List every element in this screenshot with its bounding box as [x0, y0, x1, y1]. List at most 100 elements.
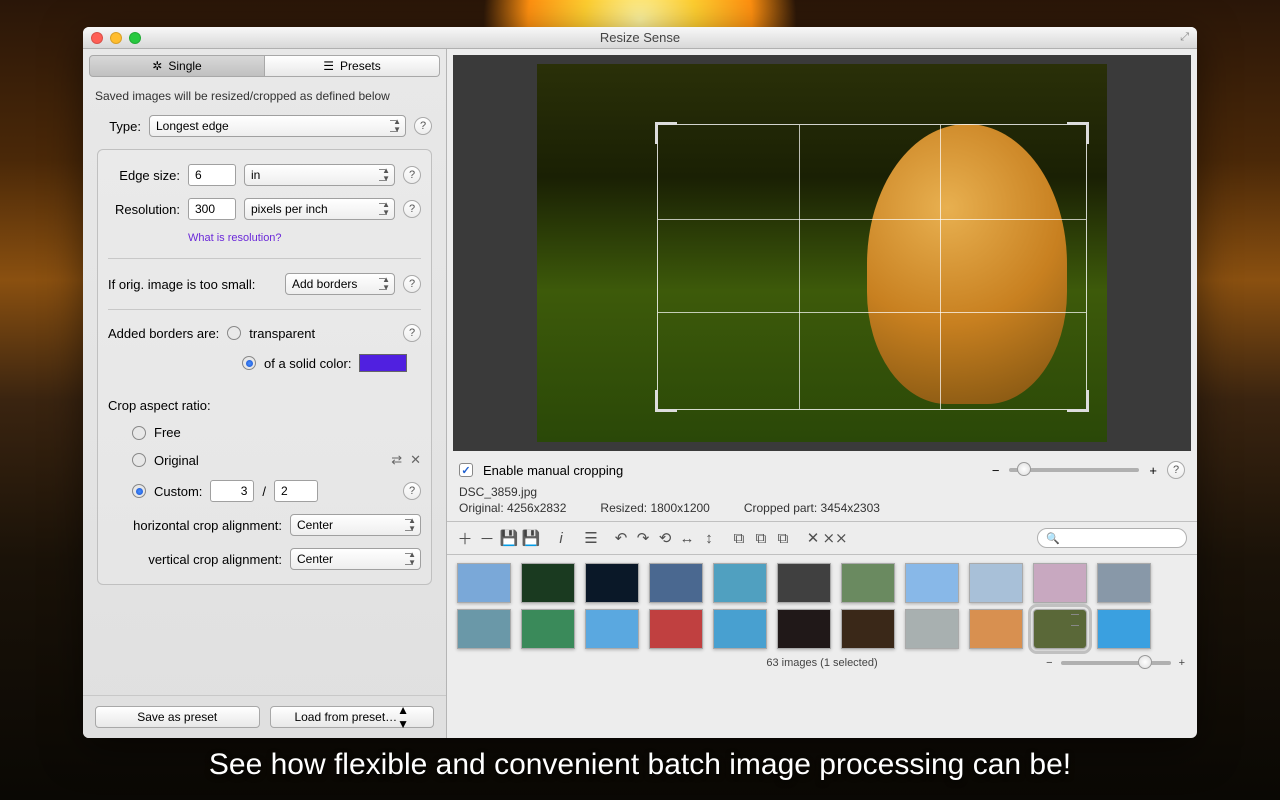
- save-all-icon[interactable]: 💾: [523, 529, 539, 547]
- resolution-field[interactable]: 300: [188, 198, 236, 220]
- flip-h-icon[interactable]: ↔: [679, 529, 695, 547]
- too-small-select[interactable]: Add borders▲▼: [285, 273, 395, 295]
- type-select[interactable]: Longest edge▲▼: [149, 115, 406, 137]
- help-type[interactable]: ?: [414, 117, 432, 135]
- thumbnail[interactable]: [905, 563, 959, 603]
- thumbnail[interactable]: [585, 563, 639, 603]
- valign-select[interactable]: Center▲▼: [290, 548, 421, 570]
- radio-solid-color[interactable]: [242, 356, 256, 370]
- crop-ratio-label: Crop aspect ratio:: [108, 398, 211, 413]
- thumbnail[interactable]: [1033, 609, 1087, 649]
- help-ratio[interactable]: ?: [403, 482, 421, 500]
- thumbnail[interactable]: [841, 563, 895, 603]
- rotate-right-icon[interactable]: ↷: [635, 529, 651, 547]
- ratio-h-field[interactable]: 2: [274, 480, 318, 502]
- thumbnail[interactable]: [777, 563, 831, 603]
- thumbnail[interactable]: [713, 609, 767, 649]
- zoom-out-icon[interactable]: −: [992, 463, 1000, 478]
- crop-rectangle[interactable]: [657, 124, 1087, 410]
- preview-image[interactable]: [537, 64, 1107, 442]
- crop-reset-icon[interactable]: ⧉: [775, 529, 791, 547]
- help-borders[interactable]: ?: [403, 324, 421, 342]
- tagline: See how flexible and convenient batch im…: [0, 748, 1280, 782]
- info-icon[interactable]: i: [553, 529, 569, 547]
- image-meta: DSC_3859.jpg Original: 4256x2832 Resized…: [447, 483, 1197, 521]
- halign-label: horizontal crop alignment:: [108, 518, 282, 533]
- edge-unit-select[interactable]: in▲▼: [244, 164, 395, 186]
- resolution-unit-select[interactable]: pixels per inch▲▼: [244, 198, 395, 220]
- thumbnail[interactable]: [969, 609, 1023, 649]
- help-toosmall[interactable]: ?: [403, 275, 421, 293]
- help-resolution[interactable]: ?: [403, 200, 421, 218]
- tab-presets[interactable]: ☰ Presets: [265, 55, 440, 77]
- save-icon[interactable]: 💾: [501, 529, 517, 547]
- save-as-preset-button[interactable]: Save as preset: [95, 706, 260, 728]
- flip-both-icon[interactable]: ⟲: [657, 529, 673, 547]
- thumbnail[interactable]: [457, 609, 511, 649]
- crop-handle-tl[interactable]: [655, 122, 677, 144]
- crop-all-icon[interactable]: ⧉: [753, 529, 769, 547]
- thumbnail[interactable]: [713, 563, 767, 603]
- thumbnail[interactable]: [1097, 609, 1151, 649]
- thumbnail[interactable]: [521, 609, 575, 649]
- what-is-resolution-link[interactable]: What is resolution?: [188, 232, 282, 244]
- swap-icon[interactable]: ⇄: [391, 452, 402, 468]
- thumbnail[interactable]: [841, 609, 895, 649]
- thumbnail[interactable]: [777, 609, 831, 649]
- radio-free[interactable]: [132, 426, 146, 440]
- ratio-sep: /: [262, 484, 266, 499]
- cancel-one-icon[interactable]: ✕: [805, 529, 821, 547]
- thumbnail[interactable]: [649, 563, 703, 603]
- crop-icon[interactable]: ⧉: [731, 529, 747, 547]
- app-window: Resize Sense ⤢ ✲ Single ☰ Presets Saved …: [83, 27, 1197, 738]
- crop-handle-bl[interactable]: [655, 390, 677, 412]
- radio-transparent[interactable]: [227, 326, 241, 340]
- flip-v-icon[interactable]: ↕: [701, 529, 717, 547]
- tab-presets-label: Presets: [340, 59, 381, 73]
- gear-icon: ✲: [152, 59, 162, 73]
- radio-custom[interactable]: [132, 484, 146, 498]
- radio-original[interactable]: [132, 453, 146, 467]
- thumbnail[interactable]: [649, 609, 703, 649]
- tab-single[interactable]: ✲ Single: [89, 55, 265, 77]
- thumbnail[interactable]: [1097, 563, 1151, 603]
- thumb-zoom-out-icon[interactable]: −: [1046, 657, 1052, 669]
- original-size: Original: 4256x2832: [459, 501, 566, 515]
- thumbnail[interactable]: [1033, 563, 1087, 603]
- thumbnail[interactable]: [521, 563, 575, 603]
- rotate-left-icon[interactable]: ↶: [613, 529, 629, 547]
- remove-icon[interactable]: －: [479, 529, 495, 547]
- thumbnail[interactable]: [457, 563, 511, 603]
- add-icon[interactable]: ＋: [457, 529, 473, 547]
- ratio-w-field[interactable]: 3: [210, 480, 254, 502]
- right-panel: Enable manual cropping − + ? DSC_3859.jp…: [447, 49, 1197, 738]
- thumbnail[interactable]: [585, 609, 639, 649]
- help-edge[interactable]: ?: [403, 166, 421, 184]
- clear-icon[interactable]: ✕: [410, 452, 421, 468]
- thumbnail[interactable]: [905, 609, 959, 649]
- edge-size-field[interactable]: 6: [188, 164, 236, 186]
- tab-single-label: Single: [168, 59, 201, 73]
- preview-zoom-slider[interactable]: [1009, 468, 1139, 472]
- crop-handle-br[interactable]: [1067, 390, 1089, 412]
- load-from-preset-button[interactable]: Load from preset…▲▼: [270, 706, 435, 728]
- enable-crop-label: Enable manual cropping: [483, 463, 623, 478]
- too-small-label: If orig. image is too small:: [108, 277, 255, 292]
- help-preview[interactable]: ?: [1167, 461, 1185, 479]
- thumb-zoom-in-icon[interactable]: +: [1179, 657, 1185, 669]
- filename: DSC_3859.jpg: [459, 485, 1185, 499]
- type-label: Type:: [97, 119, 141, 134]
- enable-crop-checkbox[interactable]: [459, 463, 473, 477]
- size-group: Edge size: 6 in▲▼ ? Resolution: 300 pixe…: [97, 149, 432, 585]
- halign-select[interactable]: Center▲▼: [290, 514, 421, 536]
- thumb-zoom-slider[interactable]: [1061, 661, 1171, 665]
- thumbnail[interactable]: [969, 563, 1023, 603]
- list-icon[interactable]: ☰: [583, 529, 599, 547]
- resolution-label: Resolution:: [108, 202, 180, 217]
- valign-label: vertical crop alignment:: [108, 552, 282, 567]
- color-swatch[interactable]: [359, 354, 407, 372]
- search-input[interactable]: 🔍: [1037, 528, 1187, 548]
- crop-handle-tr[interactable]: [1067, 122, 1089, 144]
- cancel-all-icon[interactable]: ⨯⨯: [827, 529, 843, 547]
- zoom-in-icon[interactable]: +: [1149, 463, 1157, 478]
